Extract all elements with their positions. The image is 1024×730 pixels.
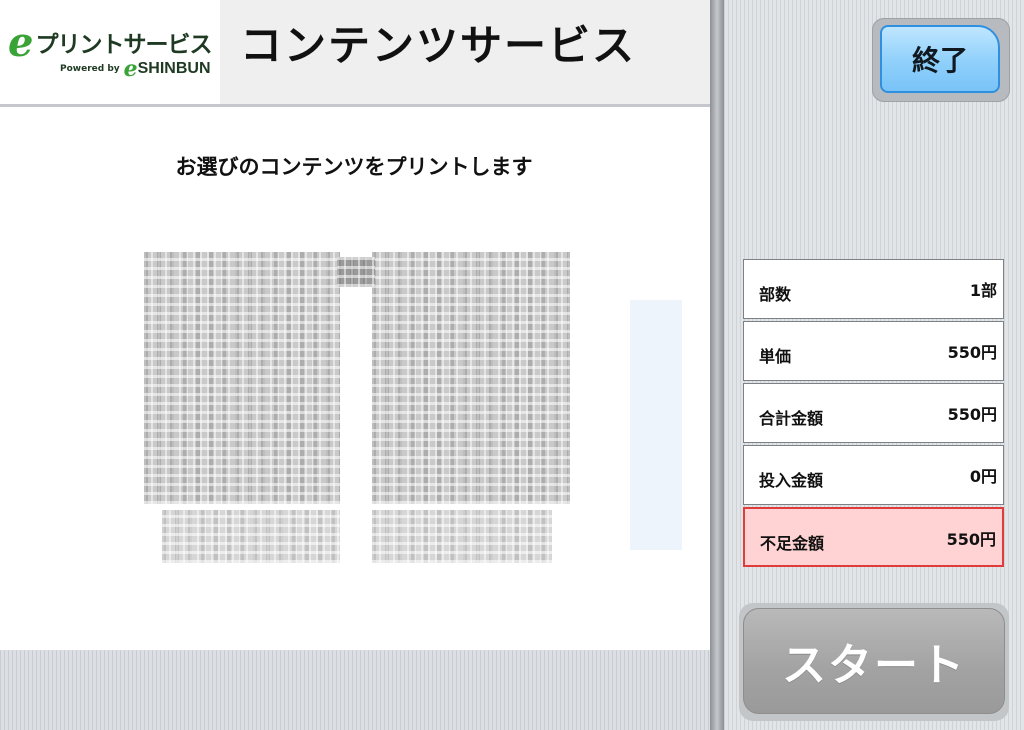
logo-main: e プリントサービス (8, 19, 212, 66)
instruction-text: お選びのコンテンツをプリントします (175, 155, 533, 179)
sidebar-divider (710, 0, 724, 730)
price-label: 合計金額 (759, 409, 824, 428)
logo-shinbun-text: SHINBUN (137, 60, 211, 77)
content-preview-thumb-right (372, 510, 552, 563)
price-value: 1部 (969, 281, 997, 300)
content-preview-thumb-left (162, 510, 340, 563)
price-row-total: 合計金額 550円 (743, 383, 1004, 443)
end-button-frame: 終了 (872, 18, 1010, 102)
price-panel: 部数 1部 単価 550円 合計金額 550円 投入金額 0円 不足金額 550… (743, 259, 1004, 569)
price-label: 単価 (759, 347, 792, 366)
content-preview-page-right (372, 252, 570, 504)
price-value: 0円 (969, 467, 997, 486)
price-value: 550円 (946, 530, 996, 549)
header: e プリントサービス Powered by e SHINBUN コンテンツサービ… (0, 0, 710, 104)
footer-bar (0, 650, 710, 730)
price-label: 投入金額 (759, 471, 824, 490)
page-title: コンテンツサービス (240, 21, 637, 70)
price-row-copies: 部数 1部 (743, 259, 1004, 319)
content-preview-center-mark (337, 257, 375, 287)
preview-scroll-area[interactable] (630, 300, 682, 550)
end-button[interactable]: 終了 (880, 25, 1000, 93)
start-button-frame: スタート (739, 603, 1009, 721)
content-preview-page-left (144, 252, 340, 504)
price-label: 部数 (759, 285, 792, 304)
start-button[interactable]: スタート (743, 608, 1005, 714)
eprint-logo: e プリントサービス Powered by e SHINBUN (0, 0, 220, 104)
logo-e-small-mark: e (123, 56, 138, 82)
price-label: 不足金額 (760, 534, 825, 553)
price-value: 550円 (947, 405, 997, 424)
price-row-inserted: 投入金額 0円 (743, 445, 1004, 505)
price-value: 550円 (947, 343, 997, 362)
sidebar: 終了 部数 1部 単価 550円 合計金額 550円 投入金額 0円 不足金額 … (724, 0, 1024, 730)
price-row-unit-price: 単価 550円 (743, 321, 1004, 381)
logo-powered-text: Powered by (60, 64, 120, 74)
price-row-shortfall: 不足金額 550円 (743, 507, 1004, 567)
content-area: お選びのコンテンツをプリントします (0, 107, 710, 650)
logo-e-mark: e (8, 19, 34, 66)
logo-powered-by: Powered by e SHINBUN (60, 56, 211, 82)
